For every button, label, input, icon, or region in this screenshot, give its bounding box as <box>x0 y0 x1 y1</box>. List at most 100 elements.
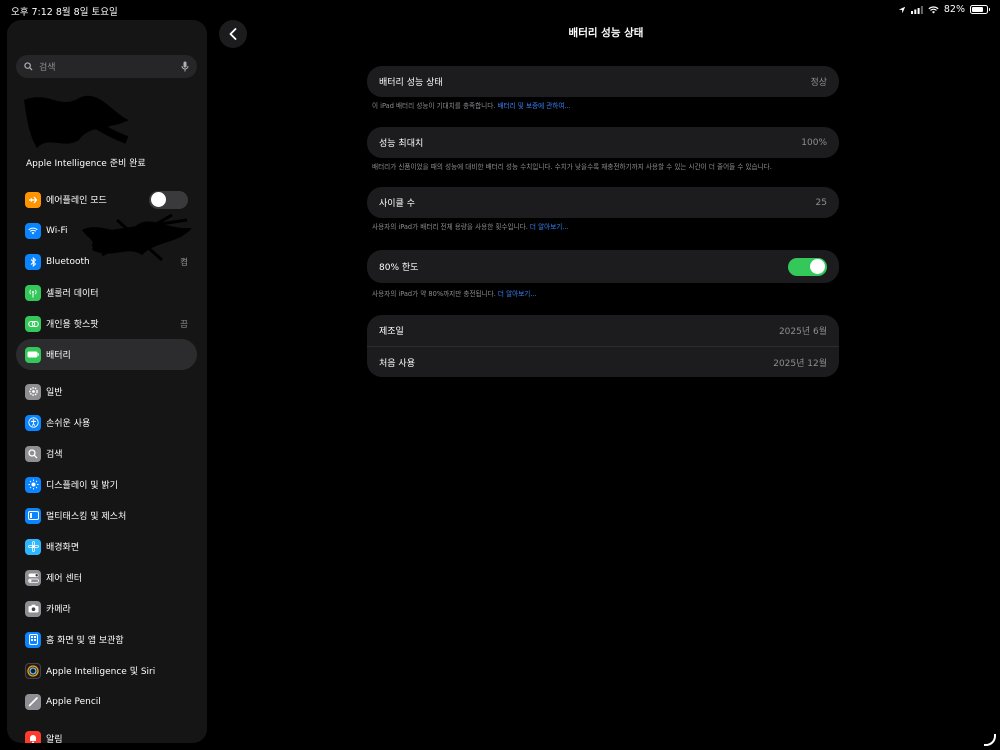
cycle-count-footnote: 사용자의 iPad가 배터리 전체 용량을 사용한 횟수입니다. 더 알아보기.… <box>372 223 832 232</box>
accessibility-icon <box>25 414 41 431</box>
limit-80-toggle[interactable] <box>788 257 827 276</box>
max-capacity-footnote: 배터리가 신품이었을 때의 성능에 대비한 배터리 성능 수치입니다. 수치가 … <box>372 163 772 171</box>
first-use-row: 처음 사용 2025년 12월 <box>367 346 839 377</box>
magnifier-icon <box>25 445 41 462</box>
sidebar-item-label: 홈 화면 및 앱 보관함 <box>46 636 124 646</box>
search-input[interactable]: 검색 <box>16 55 197 78</box>
battery-health-row[interactable]: 배터리 성능 상태 정상 <box>367 66 839 97</box>
sidebar-item-multitasking[interactable]: 멀티태스킹 및 제스처 <box>16 500 197 531</box>
cycle-count-group: 사이클 수 25 <box>367 187 839 218</box>
sidebar-item-label: 배경화면 <box>46 543 80 553</box>
sidebar-item-general[interactable]: 일반 <box>16 376 197 407</box>
microphone-icon[interactable] <box>181 61 189 72</box>
wifi-signal-icon <box>928 5 939 14</box>
sidebar-item-siri[interactable]: Apple Intelligence 및 Siri <box>16 655 197 686</box>
sidebar-item-battery[interactable]: 배터리 <box>16 339 197 370</box>
sidebar-item-label: Bluetooth <box>46 256 90 267</box>
sidebar-item-hotspot[interactable]: 개인용 핫스팟 끔 <box>16 308 197 339</box>
sidebar-item-label: 멀티태스킹 및 제스처 <box>46 512 127 522</box>
sidebar-item-wifi[interactable]: Wi-Fi <box>16 215 197 246</box>
location-arrow-icon <box>898 6 906 13</box>
status-indicators: 82% <box>898 4 990 15</box>
status-time-date: 오후 7:12 8월 8일 토요일 <box>11 7 118 18</box>
manufacture-date-label: 제조일 <box>379 327 404 337</box>
sidebar-item-label: 알림 <box>46 735 63 743</box>
sidebar-item-search[interactable]: 검색 <box>16 438 197 469</box>
cycle-count-label: 사이클 수 <box>379 199 415 209</box>
sidebar-item-control-center[interactable]: 제어 센터 <box>16 562 197 593</box>
battery-status-icon <box>970 5 990 14</box>
battery-health-label: 배터리 성능 상태 <box>379 78 443 88</box>
screen-corner-indicator <box>984 734 996 746</box>
battery-warranty-link[interactable]: 배터리 및 보증에 관하여... <box>497 102 570 110</box>
search-icon <box>24 62 33 71</box>
dates-group: 제조일 2025년 6월 처음 사용 2025년 12월 <box>367 315 839 377</box>
manufacture-date-value: 2025년 6월 <box>778 327 827 337</box>
sidebar-item-apple-pencil[interactable]: Apple Pencil <box>16 686 197 717</box>
battery-percent: 82% <box>943 4 965 15</box>
apple-intelligence-status[interactable]: Apple Intelligence 준비 완료 <box>26 156 146 169</box>
sidebar-item-airplane-mode[interactable]: 에어플레인 모드 <box>16 184 197 215</box>
sidebar-item-label: 제어 센터 <box>46 574 82 584</box>
pencil-icon <box>25 693 41 710</box>
sidebar-item-label: 배터리 <box>46 351 71 361</box>
battery-health-group: 배터리 성능 상태 정상 <box>367 66 839 97</box>
sidebar-item-label: Apple Intelligence 및 Siri <box>46 667 156 677</box>
page-title: 배터리 성능 상태 <box>568 27 644 39</box>
limit-80-note: 사용자의 iPad가 약 80%까지만 충전됩니다. <box>372 290 498 298</box>
sidebar-item-label: 셀룰러 데이터 <box>46 289 99 299</box>
limit-80-footnote: 사용자의 iPad가 약 80%까지만 충전됩니다. 더 알아보기... <box>372 290 832 299</box>
sidebar-item-label: 손쉬운 사용 <box>46 419 91 429</box>
redacted-profile[interactable] <box>19 90 134 160</box>
max-capacity-value: 100% <box>801 137 827 148</box>
cycle-count-value: 25 <box>815 197 827 208</box>
sidebar-item-label: 개인용 핫스팟 <box>46 320 99 330</box>
siri-icon <box>25 662 41 679</box>
battery-icon <box>25 346 41 363</box>
first-use-label: 처음 사용 <box>379 358 415 369</box>
multitasking-icon <box>25 507 41 524</box>
airplane-icon <box>25 191 41 208</box>
battery-health-value: 정상 <box>810 78 827 88</box>
sidebar-item-display[interactable]: 디스플레이 및 밝기 <box>16 469 197 500</box>
antenna-icon <box>25 284 41 301</box>
back-button[interactable] <box>219 20 247 48</box>
sidebar-item-notifications[interactable]: 알림 <box>16 723 197 743</box>
limit-80-learn-more-link[interactable]: 더 알아보기... <box>498 290 537 298</box>
manufacture-date-row: 제조일 2025년 6월 <box>367 315 839 346</box>
first-use-value: 2025년 12월 <box>773 358 827 369</box>
sidebar-item-value: 켬 <box>180 257 188 268</box>
sidebar-item-label: 일반 <box>46 388 63 398</box>
limit-80-label: 80% 한도 <box>379 263 419 273</box>
sidebar-item-camera[interactable]: 카메라 <box>16 593 197 624</box>
sidebar-item-bluetooth[interactable]: Bluetooth 켬 <box>16 246 197 277</box>
camera-icon <box>25 600 41 617</box>
bell-icon <box>25 730 41 743</box>
status-bar: 오후 7:12 8월 8일 토요일 82% <box>0 0 1000 20</box>
sidebar-item-wallpaper[interactable]: 배경화면 <box>16 531 197 562</box>
cycle-count-learn-more-link[interactable]: 더 알아보기... <box>530 223 569 231</box>
gear-icon <box>25 383 41 400</box>
sidebar-item-value: 끔 <box>180 319 188 330</box>
max-capacity-label: 성능 최대치 <box>379 139 424 149</box>
home-screen-icon <box>25 631 41 648</box>
switches-icon <box>25 569 41 586</box>
max-capacity-row: 성능 최대치 100% <box>367 127 839 158</box>
sidebar-item-label: Apple Pencil <box>46 696 101 707</box>
sidebar-item-home-screen[interactable]: 홈 화면 및 앱 보관함 <box>16 624 197 655</box>
limit-80-row: 80% 한도 <box>367 250 839 283</box>
airplane-mode-toggle[interactable] <box>149 190 188 209</box>
battery-health-footnote: 이 iPad 배터리 성능이 기대치를 충족합니다. 배터리 및 보증에 관하여… <box>372 102 832 111</box>
sidebar-item-cellular[interactable]: 셀룰러 데이터 <box>16 277 197 308</box>
sidebar-item-label: 검색 <box>46 450 63 460</box>
sidebar-item-accessibility[interactable]: 손쉬운 사용 <box>16 407 197 438</box>
chevron-left-icon <box>229 28 237 40</box>
settings-sidebar: 검색 Apple Intelligence 준비 완료 에어플레인 모드 Wi-F… <box>7 20 207 743</box>
wifi-icon <box>25 222 41 239</box>
battery-health-note: 이 iPad 배터리 성능이 기대치를 충족합니다. <box>372 102 498 110</box>
bluetooth-icon <box>25 253 41 270</box>
settings-menu: 에어플레인 모드 Wi-Fi Bluetooth 켬셀룰러 데이터개인용 핫스팟 끔배터… <box>16 184 197 743</box>
cellular-signal-icon <box>910 5 923 14</box>
sidebar-item-label: 카메라 <box>46 605 71 615</box>
flower-icon <box>25 538 41 555</box>
